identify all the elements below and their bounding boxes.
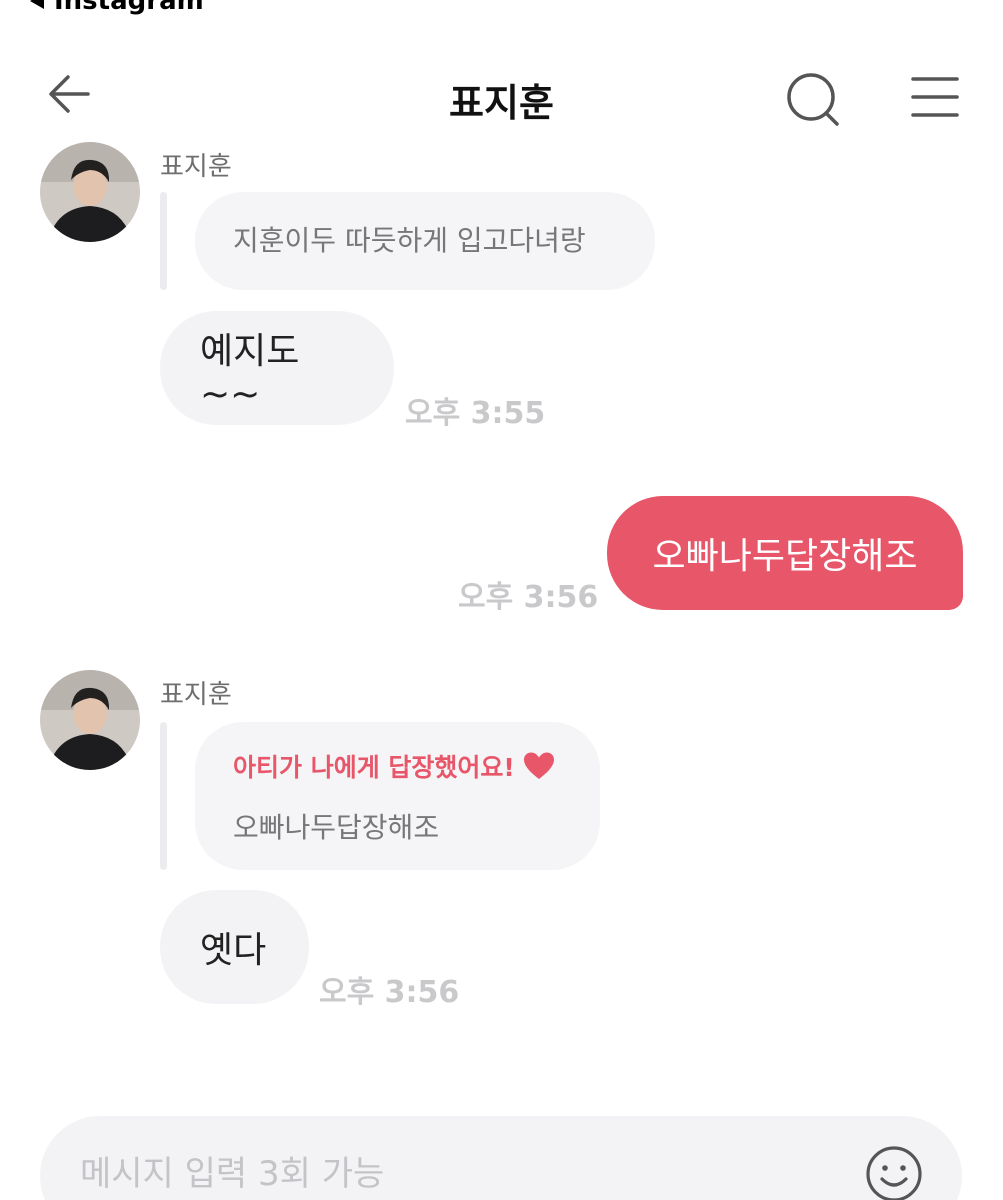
message-input[interactable] (80, 1146, 840, 1200)
chat-header: 표지훈 (0, 50, 1003, 142)
avatar[interactable] (40, 670, 140, 770)
message-time: 오후 3:55 (405, 396, 546, 431)
reply-indicator (160, 192, 167, 290)
back-to-app-icon (30, 0, 44, 9)
reply-notice: 아티가 나에게 답장했어요! (233, 753, 515, 782)
hamburger-menu-icon (911, 77, 959, 117)
quoted-message[interactable]: 아티가 나에게 답장했어요! 오빠나두답장해조 (195, 722, 600, 870)
sender-name: 표지훈 (160, 152, 232, 182)
heart-icon (523, 752, 554, 779)
quoted-message[interactable]: 지훈이두 따듯하게 입고다녀랑 (195, 192, 655, 290)
chat-title: 표지훈 (449, 81, 554, 125)
search-button[interactable] (784, 70, 842, 128)
message-text: 예지도~~ (200, 330, 300, 415)
status-bar[interactable]: Instagram (30, 0, 204, 16)
message-bubble[interactable]: 옛다 (160, 890, 309, 1004)
avatar[interactable] (40, 142, 140, 242)
reply-indicator (160, 722, 167, 870)
back-to-app-label: Instagram (54, 0, 204, 16)
message-time: 오후 3:56 (458, 580, 599, 615)
message-time: 오후 3:56 (319, 975, 460, 1010)
profile-photo (40, 142, 140, 242)
smiley-icon (866, 1146, 922, 1200)
message-text: 옛다 (200, 930, 267, 971)
menu-button[interactable] (910, 72, 960, 122)
emoji-button[interactable] (864, 1144, 924, 1200)
message-bubble[interactable]: 예지도~~ (160, 311, 394, 425)
sender-name: 표지훈 (160, 680, 232, 710)
search-icon (787, 73, 839, 126)
quoted-text: 오빠나두답장해조 (233, 811, 440, 844)
message-composer[interactable] (40, 1116, 962, 1200)
message-text: 오빠나두답장해조 (652, 536, 918, 577)
profile-photo (40, 670, 140, 770)
sent-message-bubble[interactable]: 오빠나두답장해조 (607, 496, 963, 610)
